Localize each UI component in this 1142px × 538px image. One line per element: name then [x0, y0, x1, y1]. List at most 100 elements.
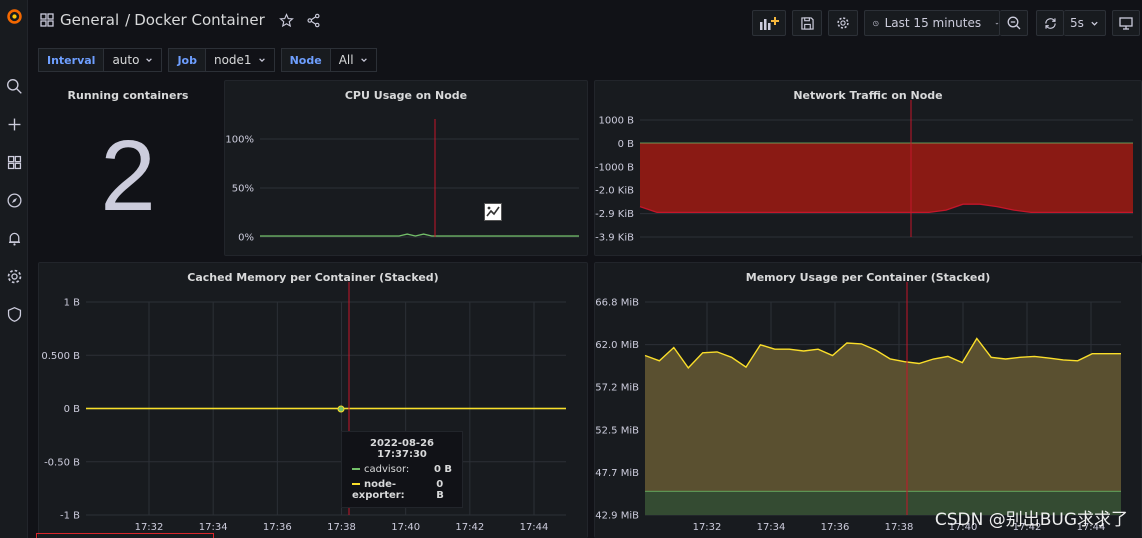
dashboards-icon: [40, 13, 54, 27]
clock-icon: [873, 20, 879, 26]
variable-select-node[interactable]: All: [330, 48, 377, 72]
chevron-down-icon: [146, 58, 153, 63]
panel-cached-memory[interactable]: Cached Memory per Container (Stacked) 1 …: [38, 262, 588, 538]
gear-icon: [837, 17, 849, 29]
dashboard-navbar: General / Docker Container Last 15 minut…: [28, 0, 1142, 44]
save-dashboard-button[interactable]: [792, 10, 822, 36]
y-tick-label: -2.9 KiB: [595, 209, 634, 220]
series-swatch: [352, 468, 360, 470]
variable-label-node: Node: [280, 48, 331, 72]
chevron-down-icon: [995, 22, 999, 24]
hover-point: [337, 405, 345, 413]
y-tick-label: 0%: [238, 233, 254, 244]
series-line: [260, 233, 579, 237]
series-area: [645, 338, 1121, 491]
y-tick-label: 57.2 MiB: [595, 383, 639, 394]
series-swatch: [352, 483, 360, 485]
x-tick-label: 17:36: [821, 522, 850, 533]
panel-network-traffic[interactable]: Network Traffic on Node 1000 B0 B -1000 B…: [594, 80, 1142, 256]
compass-icon[interactable]: [0, 190, 28, 210]
breadcrumb-folder[interactable]: General: [60, 11, 119, 29]
dashboards-icon[interactable]: [0, 152, 28, 172]
x-tick-label: 17:40: [391, 522, 420, 533]
y-tick-label: 42.9 MiB: [595, 511, 639, 522]
x-tick-label: 17:38: [885, 522, 914, 533]
panel-cpu-usage[interactable]: CPU Usage on Node 100% 50% 0%: [224, 80, 588, 256]
variable-label-job: Job: [168, 48, 206, 72]
dashboard-settings-button[interactable]: [828, 10, 858, 36]
chevron-down-icon: [360, 58, 367, 63]
zoom-out-button[interactable]: [1000, 10, 1028, 36]
network-traffic-chart: 1000 B 0 B -1000 B -2.0 KiB -2.9 KiB -3.9 KiB: [595, 100, 1133, 244]
add-panel-icon: [760, 17, 779, 30]
gear-icon[interactable]: [0, 266, 28, 286]
x-tick-label: 17:44: [520, 522, 549, 533]
y-tick-label: 0 B: [618, 139, 635, 150]
time-range-picker[interactable]: Last 15 minutes: [864, 10, 1000, 36]
variable-value-job: node1: [213, 53, 252, 67]
tooltip-row: node-exporter: 0 B: [352, 479, 452, 501]
plus-icon[interactable]: [0, 114, 28, 134]
image-placeholder-icon: [484, 203, 502, 221]
panel-memory-usage[interactable]: Memory Usage per Container (Stacked) 66.…: [594, 262, 1142, 538]
cpu-usage-chart: 100% 50% 0%: [225, 119, 579, 244]
x-tick-label: 17:34: [757, 522, 786, 533]
series-area: [640, 143, 1133, 213]
page-title: General / Docker Container: [40, 11, 321, 29]
shield-icon[interactable]: [0, 304, 28, 324]
y-tick-label: 1000 B: [599, 116, 635, 127]
panel-title: Running containers: [67, 89, 189, 102]
monitor-icon: [1119, 16, 1133, 30]
y-tick-label: 50%: [232, 184, 254, 195]
refresh-interval-picker[interactable]: 5s: [1064, 10, 1106, 36]
add-panel-button[interactable]: [752, 10, 786, 36]
tooltip-time: 2022-08-26 17:37:30: [370, 438, 434, 460]
y-tick-label: -0.50 B: [44, 457, 80, 468]
y-tick-label: 66.8 MiB: [595, 298, 639, 309]
y-tick-label: 100%: [225, 135, 254, 146]
zoom-out-icon: [1007, 16, 1020, 30]
tooltip-series-value: 0 B: [433, 464, 452, 475]
refresh-button[interactable]: [1036, 10, 1064, 36]
y-tick-label: 62.0 MiB: [595, 340, 639, 351]
chevron-down-icon: [1091, 21, 1098, 26]
watermark: CSDN @别出BUG求求了: [934, 510, 1128, 530]
tv-mode-button[interactable]: [1112, 10, 1140, 36]
dashboard-title[interactable]: Docker Container: [134, 11, 265, 29]
stat-value: 2: [100, 120, 156, 232]
memory-usage-chart: 66.8 MiB 62.0 MiB 57.2 MiB 52.5 MiB 47.7 MiB…: [595, 282, 1121, 533]
grafana-logo-icon[interactable]: [0, 6, 28, 26]
tooltip-series-value: 0 B: [436, 479, 444, 501]
save-icon: [800, 16, 814, 30]
breadcrumb-separator: /: [125, 11, 131, 29]
y-tick-label: -1 B: [60, 511, 80, 522]
template-variables: Interval auto Job node1 Node All: [38, 48, 383, 74]
y-tick-label: -2.0 KiB: [595, 186, 634, 197]
variable-label-interval: Interval: [38, 48, 105, 72]
y-tick-label: 52.5 MiB: [595, 425, 639, 436]
side-menu: [0, 0, 28, 538]
x-tick-label: 17:32: [135, 522, 164, 533]
chevron-down-icon: [258, 58, 265, 63]
x-tick-label: 17:42: [455, 522, 484, 533]
cached-memory-chart: 1 B 0.500 B 0 B -0.50 B -1 B 17:32 17:34 17:36 1…: [41, 282, 566, 533]
share-icon[interactable]: [306, 13, 321, 28]
time-range-label: Last 15 minutes: [884, 16, 982, 30]
tooltip-series-name: cadvisor:: [364, 464, 410, 475]
y-tick-label: -1000 B: [595, 162, 634, 173]
chart-tooltip: 2022-08-26 17:37:30 cadvisor: 0 B node-e…: [341, 431, 463, 508]
x-tick-label: 17:36: [263, 522, 292, 533]
tooltip-row: cadvisor: 0 B: [352, 464, 452, 475]
y-tick-label: 0.500 B: [41, 351, 80, 362]
highlight-box: [36, 533, 214, 538]
refresh-interval-label: 5s: [1070, 16, 1084, 30]
variable-select-job[interactable]: node1: [205, 48, 275, 72]
search-icon[interactable]: [0, 76, 28, 96]
stat-panel-running-containers[interactable]: Running containers 2: [38, 80, 218, 256]
refresh-icon: [1044, 17, 1056, 29]
bell-icon[interactable]: [0, 228, 28, 248]
y-tick-label: 0 B: [64, 404, 81, 415]
variable-select-interval[interactable]: auto: [104, 48, 163, 72]
star-icon[interactable]: [278, 12, 294, 28]
y-tick-label: 1 B: [64, 298, 81, 309]
